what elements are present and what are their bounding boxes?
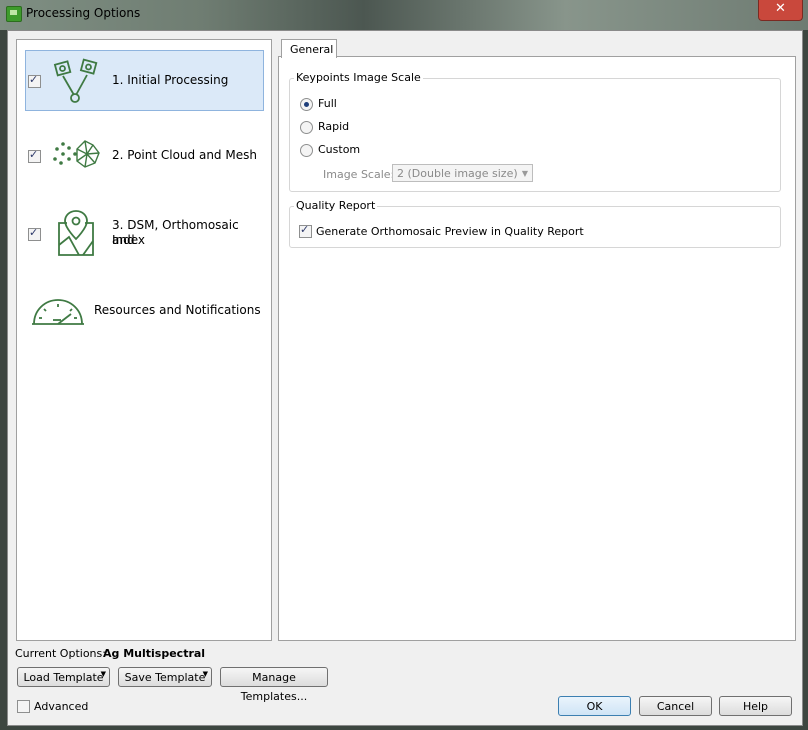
current-options-label: Current Options: (15, 647, 106, 660)
point-cloud-checkbox[interactable]: ✓ (28, 148, 41, 163)
keypoints-group-title: Keypoints Image Scale (294, 71, 423, 84)
image-scale-label: Image Scale: (323, 168, 395, 181)
window-title: Processing Options (26, 6, 141, 20)
dialog-body: ✓ 1. Initial Processing ✓ 2. Point Cloud… (7, 30, 803, 726)
close-button[interactable]: ✕ (758, 0, 803, 21)
nav-item-resources[interactable]: Resources and Notifications (25, 290, 262, 334)
current-options-value: Ag Multispectral (103, 647, 206, 660)
quality-report-group: Quality Report ✓ Generate Orthomosaic Pr… (289, 199, 781, 248)
orthomosaic-preview-checkbox[interactable]: ✓ (299, 223, 312, 238)
check-mark-icon: ✓ (300, 223, 310, 236)
app-icon (6, 6, 22, 22)
help-button[interactable]: Help (719, 696, 792, 716)
dropdown-arrow-icon: ▼ (202, 670, 208, 678)
radio-rapid-button[interactable] (300, 121, 313, 134)
keypoints-group: Keypoints Image Scale Full Rapid Custom … (289, 71, 781, 192)
point-cloud-icon (53, 140, 100, 168)
nav-item-point-cloud[interactable]: ✓ 2. Point Cloud and Mesh (25, 125, 262, 187)
nav-item-dsm-orthomosaic[interactable]: ✓ 3. DSM, Orthomosaic and Index (25, 203, 262, 265)
check-mark-icon: ✓ (29, 73, 39, 86)
radio-custom-label: Custom (318, 143, 361, 156)
cancel-button[interactable]: Cancel (639, 696, 712, 716)
gauge-icon (32, 299, 84, 325)
general-tab-panel: Keypoints Image Scale Full Rapid Custom … (278, 56, 796, 641)
options-nav-panel: ✓ 1. Initial Processing ✓ 2. Point Cloud… (16, 39, 272, 641)
radio-selected-dot (304, 102, 309, 107)
nav-label-point-cloud: 2. Point Cloud and Mesh (112, 148, 257, 162)
image-scale-value: 2 (Double image size) (397, 167, 518, 180)
save-template-label: Save Template (124, 671, 206, 684)
advanced-checkbox[interactable] (17, 700, 30, 713)
nav-label-initial-processing: 1. Initial Processing (112, 73, 229, 87)
manage-templates-button[interactable]: Manage Templates... (220, 667, 328, 703)
manage-templates-label: Manage Templates... (240, 671, 308, 703)
radio-custom-button[interactable] (300, 144, 313, 157)
load-template-label: Load Template (23, 671, 104, 684)
check-mark-icon: ✓ (29, 226, 39, 239)
help-label: Help (742, 700, 769, 713)
orthomosaic-preview-label: Generate Orthomosaic Preview in Quality … (316, 225, 584, 238)
ok-button[interactable]: OK (558, 696, 631, 716)
quality-group-title: Quality Report (294, 199, 378, 212)
map-pin-icon (58, 210, 94, 256)
radio-rapid-label: Rapid (318, 120, 350, 133)
dropdown-arrow-icon: ▼ (100, 670, 106, 678)
keypoints-icon (53, 58, 98, 103)
image-scale-select[interactable]: 2 (Double image size) ▼ (392, 164, 533, 182)
nav-label-resources: Resources and Notifications (94, 303, 261, 317)
load-template-button[interactable]: Load Template ▼ (17, 667, 110, 687)
radio-full-button[interactable] (300, 98, 313, 111)
chevron-down-icon: ▼ (521, 169, 528, 178)
title-bar: Processing Options ✕ (0, 0, 808, 30)
advanced-label: Advanced (34, 700, 89, 713)
save-template-button[interactable]: Save Template ▼ (118, 667, 212, 687)
nav-item-initial-processing[interactable]: ✓ 1. Initial Processing (25, 50, 264, 111)
dsm-orthomosaic-checkbox[interactable]: ✓ (28, 226, 41, 241)
ok-label: OK (586, 700, 603, 713)
radio-full-label: Full (318, 97, 337, 110)
check-mark-icon: ✓ (29, 148, 39, 161)
cancel-label: Cancel (656, 700, 695, 713)
initial-processing-checkbox[interactable]: ✓ (28, 73, 41, 88)
tab-general[interactable]: General (281, 39, 337, 58)
nav-label-dsm-line2: Index (112, 233, 146, 247)
